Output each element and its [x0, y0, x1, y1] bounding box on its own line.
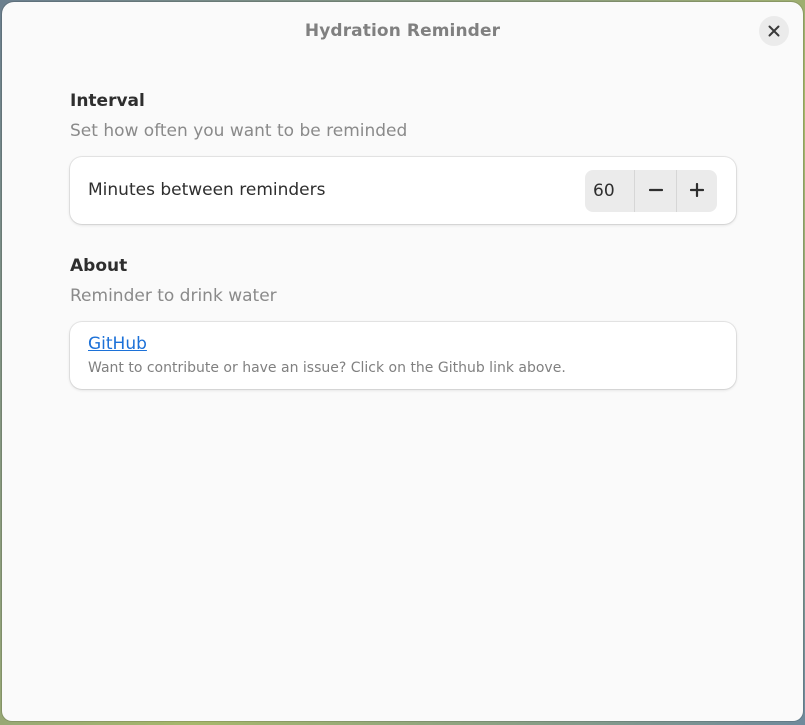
increment-button[interactable]: [675, 170, 717, 212]
about-group-description: Reminder to drink water: [70, 286, 277, 306]
minutes-value-field[interactable]: 60: [585, 170, 634, 212]
minutes-row-label: Minutes between reminders: [88, 180, 326, 200]
close-button[interactable]: [759, 16, 789, 46]
interval-group-title: Interval: [70, 91, 145, 111]
header-bar: Hydration Reminder: [2, 2, 803, 60]
interval-group-description: Set how often you want to be reminded: [70, 121, 408, 141]
minutes-spin-button[interactable]: 60: [585, 170, 717, 212]
close-icon: [768, 25, 780, 37]
minus-icon: [648, 182, 663, 201]
about-card: GitHub Want to contribute or have an iss…: [70, 322, 736, 389]
github-link[interactable]: GitHub: [88, 334, 147, 354]
about-group-title: About: [70, 256, 128, 276]
decrement-button[interactable]: [634, 170, 675, 212]
window-title: Hydration Reminder: [304, 21, 501, 41]
interval-card: Minutes between reminders 60: [70, 157, 736, 224]
settings-window: Hydration Reminder Interval Set how ofte…: [2, 2, 803, 721]
github-link-description: Want to contribute or have an issue? Cli…: [88, 360, 566, 376]
plus-icon: [689, 182, 704, 201]
